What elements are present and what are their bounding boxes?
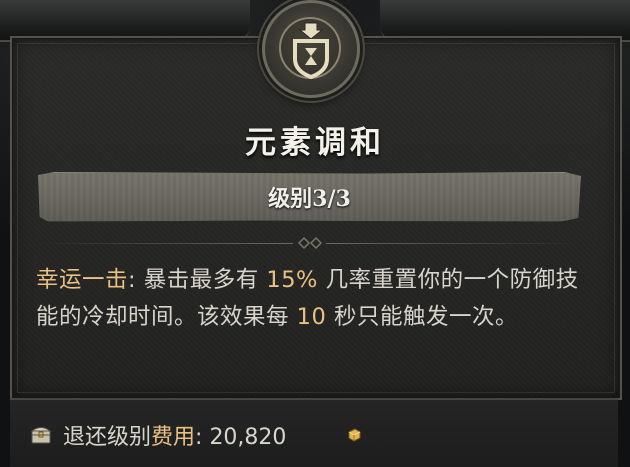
refund-cost-word: 费用 <box>151 425 196 450</box>
lucky-hit-label: 幸运一击 <box>36 267 129 293</box>
description-colon: : <box>128 267 144 293</box>
refund-prefix: 退还级别 <box>63 425 152 450</box>
rank-text: 级别3/3 <box>268 186 351 212</box>
refund-amount: 20,820 <box>209 425 287 450</box>
chance-value: 15% <box>266 267 318 293</box>
refund-cost-label: 退还级别费用: 20,820 <box>63 419 286 451</box>
cooldown-value: 10 <box>296 304 327 330</box>
description-part1: 暴击最多有 <box>143 267 267 293</box>
divider-diamond-icon <box>298 236 322 250</box>
gold-coin-icon <box>348 428 361 442</box>
section-divider <box>38 236 581 250</box>
chest-icon <box>30 427 52 444</box>
description-part3: 秒只能触发一次。 <box>326 304 518 330</box>
skill-title: 元素调和 <box>245 125 385 161</box>
divider-line-left <box>38 243 293 244</box>
emblem-glyph <box>293 22 329 80</box>
skill-description: 幸运一击: 暴击最多有 15% 几率重置你的一个防御技能的冷却时间。该效果每 1… <box>36 262 596 336</box>
refund-colon: : <box>195 425 210 450</box>
divider-line-right <box>326 243 581 244</box>
defensive-skill-emblem-icon <box>262 0 360 98</box>
